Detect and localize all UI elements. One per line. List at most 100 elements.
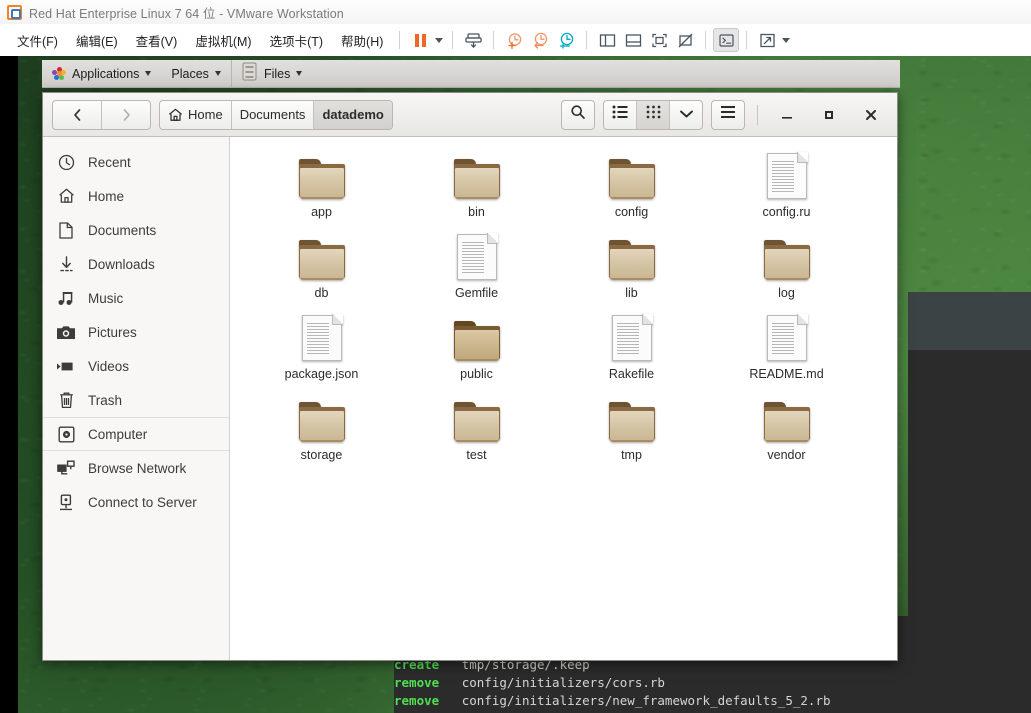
file-item[interactable]: app [244,151,399,232]
file-item[interactable]: tmp [554,394,709,475]
back-button[interactable] [53,100,102,129]
close-button[interactable] [854,100,888,130]
file-item[interactable]: test [399,394,554,475]
file-item[interactable]: lib [554,232,709,313]
snapshot-manager-icon[interactable] [553,28,579,52]
take-snapshot-icon[interactable] [501,28,527,52]
files-header-bar: Home Documents datademo [43,93,897,137]
menu-edit[interactable]: 编辑(E) [67,28,127,53]
document-icon [766,313,808,361]
file-item-label: log [778,286,795,300]
breadcrumb-home[interactable]: Home [160,100,232,129]
terminal-path: config/initializers/cors.rb [461,675,665,690]
clock-icon [57,153,75,171]
sidebar-item-label: Music [88,290,124,306]
pause-icon[interactable] [407,28,433,52]
folder-icon [608,394,656,442]
sidebar-item-connect-to-server[interactable]: Connect to Server [43,485,229,519]
file-item[interactable]: Rakefile [554,313,709,394]
show-thumbnails-icon[interactable] [620,28,646,52]
network-icon [57,459,75,477]
snapshot-icon[interactable] [460,28,486,52]
stretch-icon[interactable] [754,28,780,52]
sidebar-item-home[interactable]: Home [43,179,229,213]
toolbar-divider-4 [586,31,588,49]
sidebar-item-downloads[interactable]: Downloads [43,247,229,281]
file-item[interactable]: vendor [709,394,864,475]
file-item[interactable]: bin [399,151,554,232]
menu-help[interactable]: 帮助(H) [332,28,392,53]
minimize-button[interactable] [770,100,804,130]
maximize-button[interactable] [812,100,846,130]
file-item[interactable]: config [554,151,709,232]
file-item[interactable]: log [709,232,864,313]
folder-icon [453,313,501,361]
file-item-label: public [460,367,493,381]
file-item[interactable]: db [244,232,399,313]
breadcrumb-datademo[interactable]: datademo [314,100,392,129]
unity-mode-icon[interactable] [672,28,698,52]
sidebar-item-label: Pictures [88,324,137,340]
stretch-dropdown-caret-icon[interactable] [780,28,792,52]
file-item[interactable]: README.md [709,313,864,394]
file-item[interactable]: public [399,313,554,394]
pause-dropdown-caret-icon[interactable] [433,28,445,52]
app-menu-button[interactable] [711,99,745,130]
icon-grid: app bin config config.ru db Gemfile lib … [230,137,897,475]
file-item-label: test [466,448,487,462]
full-screen-icon[interactable] [646,28,672,52]
guest-desktop: create storage/.keep create tmp/storage … [18,56,1031,713]
background-terminal-right-upper [908,292,1031,350]
menu-view[interactable]: 查看(V) [127,28,187,53]
file-item[interactable]: storage [244,394,399,475]
places-label: Places [171,66,209,81]
file-item-label: lib [625,286,638,300]
sidebar-item-label: Trash [88,392,123,408]
sidebar-item-music[interactable]: Music [43,281,229,315]
sidebar-item-pictures[interactable]: Pictures [43,315,229,349]
sidebar-item-browse-network[interactable]: Browse Network [43,451,229,485]
grid-view-button[interactable] [637,100,670,129]
view-options-button[interactable] [670,101,702,129]
panel-places-menu[interactable]: Places [161,60,231,88]
view-mode-switcher [603,99,703,130]
revert-snapshot-icon[interactable] [527,28,553,52]
file-item[interactable]: config.ru [709,151,864,232]
sidebar-item-documents[interactable]: Documents [43,213,229,247]
panel-files-app-menu[interactable]: Files [232,60,312,88]
chevron-down-icon [145,71,152,76]
sidebar-item-trash[interactable]: Trash [43,383,229,417]
folder-icon [608,232,656,280]
vmware-title-bar: Red Hat Enterprise Linux 7 64 位 - VMware… [0,0,1031,24]
menu-tabs[interactable]: 选项卡(T) [261,28,332,53]
window-controls-divider [757,104,758,125]
computer-disk-icon [57,425,75,443]
toolbar-divider-3 [493,31,495,49]
applications-icon [52,66,66,81]
search-icon [570,104,586,125]
sidebar-item-computer[interactable]: Computer [43,417,229,451]
console-view-icon[interactable] [713,28,740,52]
folder-icon [298,151,346,199]
breadcrumb-documents[interactable]: Documents [232,100,315,129]
file-item-label: Rakefile [608,367,655,381]
forward-button[interactable] [102,101,150,129]
folder-icon [453,394,501,442]
files-icon-view[interactable]: app bin config config.ru db Gemfile lib … [230,137,897,660]
video-icon [57,357,75,375]
menu-file[interactable]: 文件(F) [8,28,67,53]
file-item[interactable]: package.json [244,313,399,394]
search-button[interactable] [561,99,595,130]
file-item[interactable]: Gemfile [399,232,554,313]
sidebar-item-recent[interactable]: Recent [43,145,229,179]
sidebar-item-label: Browse Network [88,460,187,476]
show-library-icon[interactable] [594,28,620,52]
menu-vm[interactable]: 虚拟机(M) [186,28,260,53]
document-icon [611,313,653,361]
list-view-button[interactable] [604,100,637,129]
panel-applications-menu[interactable]: Applications [42,60,161,88]
sidebar-item-videos[interactable]: Videos [43,349,229,383]
files-app-label: Files [263,66,291,81]
file-item-label: storage [300,448,343,462]
terminal-action: remove [394,675,440,690]
